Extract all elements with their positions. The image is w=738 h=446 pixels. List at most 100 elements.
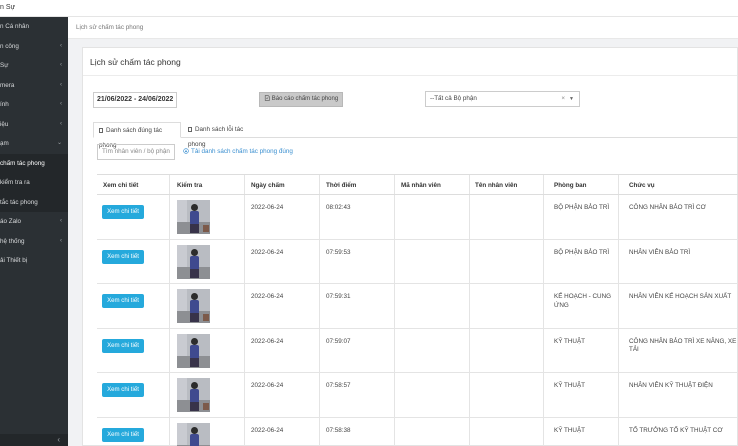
view-detail-button[interactable]: Xem chi tiết	[102, 427, 144, 442]
view-detail-button[interactable]: Xem chi tiết	[102, 294, 144, 308]
view-detail-button[interactable]: Xem chi tiết	[102, 383, 144, 397]
report-button[interactable]: Báo cáo chấm tác phong	[259, 92, 343, 107]
chevron-left-icon: ‹	[60, 218, 62, 224]
sidebar-item-check[interactable]: ạm ⌄	[0, 134, 68, 154]
sidebar-item-system[interactable]: hệ thống ‹	[0, 232, 68, 252]
chevron-left-icon: ‹	[60, 101, 62, 107]
sidebar-item-label: kiểm tra ra	[0, 179, 30, 186]
sidebar-item-data[interactable]: iệu ‹	[0, 115, 68, 135]
tab-label: Danh sách lỗi tác phong	[188, 126, 244, 148]
cell-department: KỸ THUẬT	[554, 426, 586, 434]
download-icon	[183, 148, 189, 154]
table-header-row: Xem chi tiết Kiểm tra Ngày chấm Thời điể…	[97, 175, 738, 195]
sidebar-item-label: chấm tác phong	[0, 159, 45, 167]
tab-bar: Danh sách đúng tác phong Danh sách lỗi t…	[93, 122, 738, 149]
header-view: Xem chi tiết	[103, 182, 139, 189]
cell-time: 07:58:38	[326, 426, 351, 434]
header-date: Ngày chấm	[251, 182, 285, 189]
history-table: Xem chi tiết Kiểm tra Ngày chấm Thời điể…	[97, 174, 738, 446]
snapshot-thumbnail[interactable]	[177, 333, 210, 368]
department-select-value: --Tất cả Bộ phận	[430, 95, 477, 102]
cell-department: BỘ PHẬN BẢO TRÌ	[554, 248, 610, 256]
sidebar-item-hr[interactable]: Sự ‹	[0, 56, 68, 76]
download-list-link[interactable]: Tải danh sách chấm tác phong đúng	[183, 148, 293, 155]
cell-time: 08:02:43	[326, 204, 351, 211]
chevron-left-icon: ‹	[60, 81, 62, 88]
cell-date: 2022-06-24	[251, 248, 284, 256]
bookmark-icon	[188, 127, 192, 132]
chevron-left-icon: ‹	[57, 435, 60, 444]
chevron-left-icon: ‹	[60, 62, 62, 68]
cell-position: NHÂN VIÊN KẾ HOẠCH SẢN XUẤT	[629, 293, 732, 300]
sidebar-item-label: áo Zalo	[0, 218, 22, 225]
sidebar-collapse-button[interactable]: ‹	[0, 434, 68, 446]
snapshot-thumbnail[interactable]	[177, 378, 210, 412]
view-detail-button[interactable]: Xem chi tiết	[102, 249, 144, 264]
view-detail-button[interactable]: Xem chi tiết	[102, 205, 144, 219]
sidebar-item-label: iệu	[0, 120, 9, 128]
sidebar-item-label: tắc tác phong	[0, 198, 38, 206]
cell-date: 2022-06-24	[251, 426, 284, 434]
department-select[interactable]: --Tất cả Bộ phận × ▼	[425, 91, 580, 107]
tab-correct-conduct[interactable]: Danh sách đúng tác phong	[93, 122, 181, 149]
cell-position: NHÂN VIÊN BẢO TRÌ	[629, 248, 691, 256]
sidebar-item-personal[interactable]: n Cá nhân	[0, 17, 68, 37]
cell-date: 2022-06-24	[251, 337, 284, 345]
header-position: Chức vụ	[629, 182, 655, 189]
table-row: Xem chi tiết 2022-06-24 07:58:57 KỸ THUẬ…	[97, 373, 738, 418]
table-row: Xem chi tiết 2022-06-24 07:59:53 BỘ PHẬN…	[97, 240, 738, 284]
cell-time: 07:59:53	[326, 248, 351, 256]
breadcrumb-current: Lịch sử chấm tác phong	[76, 24, 144, 31]
snapshot-thumbnail[interactable]	[177, 289, 210, 323]
cell-department: BỘ PHẬN BẢO TRÌ	[554, 204, 610, 211]
sidebar-item-conduct-rules[interactable]: tắc tác phong	[0, 192, 68, 212]
sidebar-item-conduct-history[interactable]: chấm tác phong	[0, 153, 68, 173]
top-bar: n Sự	[0, 0, 738, 17]
header-time: Thời điểm	[326, 182, 357, 189]
header-department: Phòng ban	[554, 182, 587, 189]
cell-date: 2022-06-24	[251, 382, 284, 389]
sidebar-item-label: ính	[0, 101, 9, 108]
table-row: Xem chi tiết 2022-06-24 07:58:38 KỸ THUẬ…	[97, 418, 738, 446]
cell-position: NHÂN VIÊN KỸ THUẬT ĐIỆN	[629, 382, 713, 389]
main-content: Lịch sử chấm tác phong 21/06/2022 - 24/0…	[68, 39, 738, 446]
table-row: Xem chi tiết 2022-06-24 07:59:31 KẾ HOẠC…	[97, 284, 738, 329]
header-check: Kiểm tra	[177, 182, 203, 189]
sidebar-item-label: ạm	[0, 140, 9, 147]
chevron-left-icon: ‹	[60, 120, 62, 127]
sidebar-item-attendance[interactable]: n công ‹	[0, 37, 68, 57]
download-link-label: Tải danh sách chấm tác phong đúng	[191, 148, 293, 155]
sidebar-item-devices[interactable]: ải Thiết bị	[0, 251, 68, 271]
table-row: Xem chi tiết 2022-06-24 07:59:07 KỸ THUẬ…	[97, 329, 738, 373]
sidebar-item-exit-check[interactable]: kiểm tra ra	[0, 173, 68, 193]
cell-position: TỔ TRƯỞNG TỔ KỸ THUẬT CƠ	[629, 426, 723, 434]
sidebar-item-label: n công	[0, 42, 19, 50]
date-range-input[interactable]: 21/06/2022 - 24/06/2022	[93, 92, 177, 108]
tab-conduct-errors[interactable]: Danh sách lỗi tác phong	[183, 122, 265, 148]
snapshot-thumbnail[interactable]	[177, 422, 210, 446]
sidebar-item-label: mera	[0, 81, 15, 89]
clear-icon[interactable]: ×	[561, 92, 565, 106]
app-brand: n Sự	[0, 4, 16, 11]
snapshot-thumbnail[interactable]	[177, 200, 210, 234]
sidebar: n Cá nhân n công ‹ Sự ‹ mera ‹ ính ‹ iệu ‹ ạm…	[0, 17, 68, 446]
panel-header: Lịch sử chấm tác phong	[83, 48, 737, 76]
sidebar-item-label: Sự	[0, 62, 9, 69]
report-button-label: Báo cáo chấm tác phong	[271, 96, 339, 102]
sidebar-item-calculation[interactable]: ính ‹	[0, 95, 68, 115]
view-detail-button[interactable]: Xem chi tiết	[102, 338, 144, 353]
breadcrumb: Lịch sử chấm tác phong	[68, 17, 738, 39]
header-employee-name: Tên nhân viên	[475, 182, 518, 189]
cell-department: KỸ THUẬT	[554, 382, 586, 389]
history-panel: Lịch sử chấm tác phong 21/06/2022 - 24/0…	[82, 47, 738, 446]
page-title: Lịch sử chấm tác phong	[90, 57, 181, 67]
sidebar-item-camera[interactable]: mera ‹	[0, 76, 68, 96]
cell-position: CÔNG NHÂN BẢO TRÌ CƠ	[629, 204, 707, 211]
sidebar-item-zalo[interactable]: áo Zalo ‹	[0, 212, 68, 232]
snapshot-thumbnail[interactable]	[177, 244, 210, 279]
cell-date: 2022-06-24	[251, 293, 284, 300]
cell-time: 07:58:57	[326, 382, 351, 389]
cell-position: CÔNG NHÂN BẢO TRÌ XE NÂNG, XE TẢI	[629, 337, 737, 354]
search-input[interactable]: Tìm nhân viên / bộ phận	[97, 144, 175, 160]
cell-date: 2022-06-24	[251, 204, 284, 211]
